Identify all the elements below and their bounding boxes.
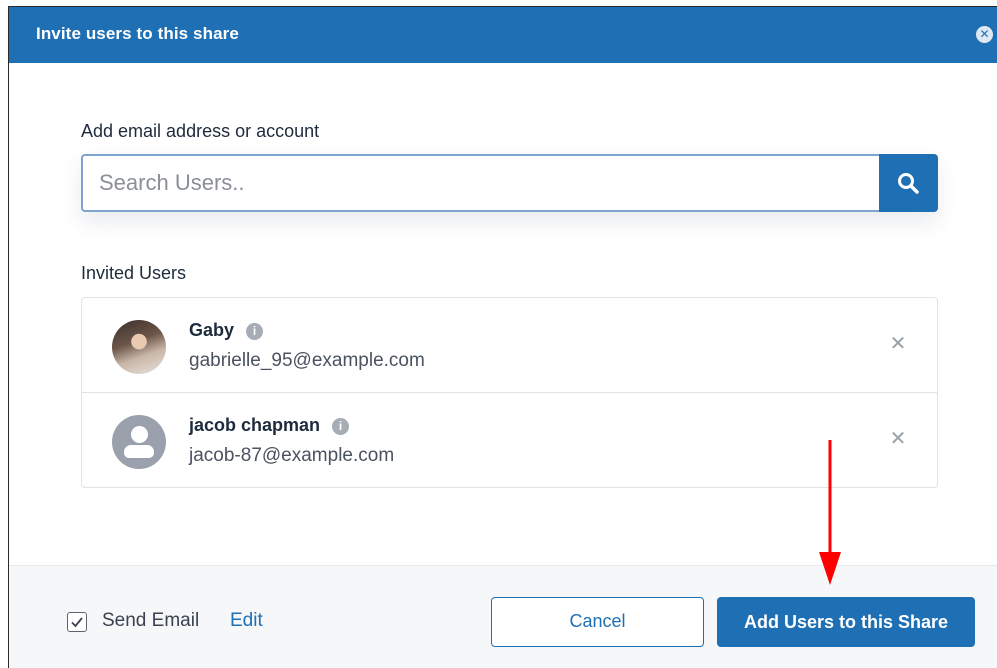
send-email-checkbox[interactable]: [67, 612, 87, 632]
remove-user-icon[interactable]: ✕: [889, 334, 907, 354]
dialog-footer: Send Email Edit Cancel Add Users to this…: [9, 565, 997, 668]
info-icon[interactable]: i: [246, 323, 264, 340]
list-item: jacob chapman i jacob-87@example.com ✕: [82, 393, 937, 488]
add-users-button[interactable]: Add Users to this Share: [717, 597, 975, 647]
generic-user-icon: [112, 415, 166, 469]
search-box: [81, 154, 938, 212]
cancel-button[interactable]: Cancel: [491, 597, 704, 647]
invite-users-dialog: Invite users to this share ✕ Add email a…: [8, 6, 997, 668]
search-icon: [898, 173, 919, 194]
invited-users-list: Gaby i gabrielle_95@example.com ✕ jacob c…: [81, 297, 938, 488]
checkmark-icon: [71, 617, 83, 628]
close-icon[interactable]: ✕: [976, 26, 993, 43]
user-name-text: Gaby: [189, 320, 235, 340]
edit-email-link[interactable]: Edit: [230, 610, 263, 632]
search-users-input[interactable]: [81, 154, 880, 212]
search-field-label: Add email address or account: [81, 121, 320, 141]
user-name: Gaby i: [189, 320, 264, 341]
list-item: Gaby i gabrielle_95@example.com ✕: [82, 298, 937, 393]
user-name: jacob chapman i: [189, 415, 350, 436]
send-email-label: Send Email: [102, 610, 200, 631]
user-email: gabrielle_95@example.com: [189, 350, 425, 371]
dialog-title: Invite users to this share: [36, 24, 239, 43]
avatar: [112, 320, 166, 374]
user-email: jacob-87@example.com: [189, 445, 395, 466]
invited-users-heading: Invited Users: [81, 263, 187, 283]
search-button[interactable]: [879, 154, 938, 212]
user-name-text: jacob chapman: [189, 415, 321, 435]
dialog-titlebar: Invite users to this share ✕: [9, 7, 997, 63]
info-icon[interactable]: i: [332, 418, 350, 435]
remove-user-icon[interactable]: ✕: [889, 429, 907, 449]
